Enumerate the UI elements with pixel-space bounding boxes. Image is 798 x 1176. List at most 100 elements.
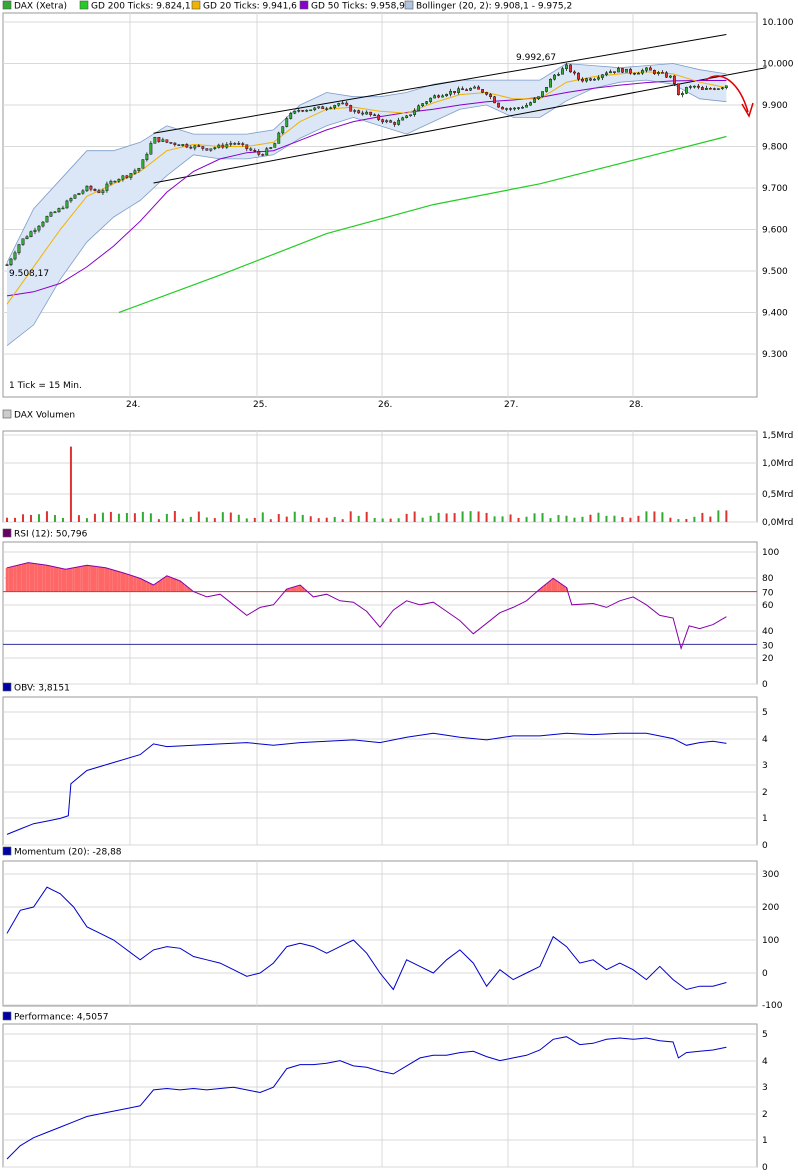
candle-body [609,71,612,74]
candle-body [401,117,405,121]
volume-bar [349,511,352,522]
candle-body [481,89,484,93]
candle-body [545,87,548,92]
candle-body [285,118,289,127]
volume-bar [181,518,184,522]
candle-body [169,142,173,144]
candle-body [213,147,217,149]
candle-body [257,151,261,155]
candle-body [109,180,113,185]
obv-panel-frame [2,696,758,846]
price-x-tick-label: 25. [253,400,267,410]
volume-bar [285,516,288,522]
rsi-level-30-label: 30 [762,641,774,651]
candle-body [457,88,460,93]
volume-bar [309,516,312,522]
candle-body [29,231,33,238]
candle-body [145,153,149,160]
candle-body [425,101,429,104]
candle-body [201,146,205,149]
price-y-tick-label: 9.800 [762,143,788,153]
volume-bar [237,514,240,522]
dax-chart-svg: DAX (Xetra) GD 200 Ticks: 9.824,1 GD 20 Ti… [2,0,794,1173]
volume-bar [637,515,640,522]
volume-bar [493,516,496,522]
candle-body [601,74,604,78]
volume-bar [389,518,392,522]
momentum-panel-title: Momentum (20): -28,88 [14,848,122,858]
candle-body [173,142,177,145]
rsi-y-tick-label: 40 [762,627,774,637]
legend-item-label: DAX (Xetra) [14,2,67,12]
candle-body [525,104,528,108]
candle-body [357,110,361,114]
momentum-y-tick-label: 100 [762,936,779,946]
candle-body [121,175,125,180]
candle-body [49,212,53,217]
candle-body [33,229,37,232]
candle-body [249,148,253,151]
candle-body [521,107,524,109]
volume-bar [293,511,296,522]
volume-bar [533,513,536,522]
candle-body [465,89,468,91]
volume-bar [93,513,96,522]
legend-swatch [299,0,309,10]
candle-body [657,72,660,74]
volume-bar [565,515,568,522]
candle-body [273,143,277,148]
volume-bar [557,514,560,522]
rsi-level-70-label: 70 [762,589,774,599]
candle-body [684,87,688,94]
candle-body [289,113,293,119]
candle-body [533,98,536,103]
volume-bar [693,516,696,522]
candle-body [253,150,257,152]
candle-body [569,64,572,73]
candle-body [361,112,365,115]
candle-body [65,200,69,209]
volume-bar [645,511,648,522]
candle-body [477,86,480,90]
candle-body [45,216,49,223]
performance-panel-swatch [2,1011,12,1021]
candle-body [89,185,93,190]
volume-bar [677,519,680,522]
candle-body [461,88,464,90]
candle-body [149,143,153,155]
candle-body [117,179,121,182]
volume-panel-y-tick-label: 1,0Mrd [762,459,793,469]
volume-bar [117,513,120,522]
candle-body [353,110,357,112]
volume-bar [581,516,584,522]
obv-panel-swatch [2,682,12,692]
candle-body [301,110,305,112]
volume-bar [173,511,176,522]
candle-body [53,211,57,214]
candle-body [665,72,668,78]
candle-body [445,94,449,97]
volume-bar [53,515,56,522]
legend-swatch [79,0,89,10]
candle-body [205,148,209,151]
performance-y-tick-label: 5 [762,1030,768,1040]
price-x-tick-label: 24. [126,400,140,410]
candle-body [441,95,445,98]
candle-body [661,72,664,74]
price-x-tick-label: 28. [629,400,643,410]
candle-body [405,115,409,119]
candle-body [385,120,389,123]
volume-bar [525,516,528,522]
candle-body [621,68,624,73]
candle-body [365,111,369,115]
candle-body [77,192,81,196]
momentum-y-tick-label: -100 [762,1001,783,1011]
candle-body [217,144,221,148]
volume-bar [317,518,320,522]
volume-bar [517,517,520,522]
volume-bar [157,519,160,522]
candle-body [421,103,425,106]
candle-body [509,108,512,110]
volume-bar [325,517,328,522]
candle-body [485,92,488,95]
